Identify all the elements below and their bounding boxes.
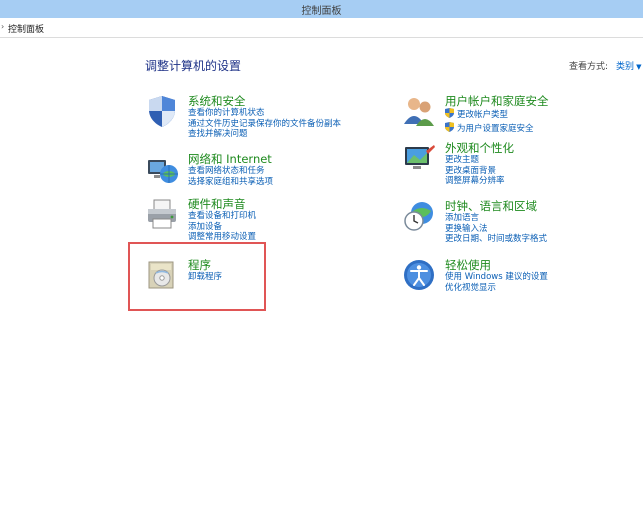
view-by[interactable]: 查看方式: 类别 ▼ <box>569 59 641 72</box>
category-heading-user-accounts[interactable]: 用户帐户和家庭安全 <box>445 94 643 108</box>
clock-globe-icon[interactable] <box>402 199 436 233</box>
address-bar[interactable]: › 控制面板 <box>0 18 643 38</box>
link-troubleshoot[interactable]: 查找并解决问题 <box>188 129 408 140</box>
chevron-down-icon[interactable]: ▼ <box>636 63 641 71</box>
link-mobility-settings[interactable]: 调整常用移动设置 <box>188 232 408 243</box>
title-bar: 控制面板 <box>0 0 643 18</box>
category-heading-system-security[interactable]: 系统和安全 <box>188 94 408 108</box>
category-heading-clock-language[interactable]: 时钟、语言和区域 <box>445 199 643 213</box>
link-change-theme[interactable]: 更改主题 <box>445 155 643 166</box>
link-add-device[interactable]: 添加设备 <box>188 222 408 233</box>
page-title: 调整计算机的设置 <box>145 59 242 73</box>
category-heading-network[interactable]: 网络和 Internet <box>188 152 408 166</box>
appearance-monitor-icon[interactable] <box>402 141 436 175</box>
network-globe-icon[interactable] <box>145 152 179 186</box>
uac-shield-icon <box>445 121 455 136</box>
link-optimize-visual-display[interactable]: 优化视觉显示 <box>445 283 643 294</box>
category-heading-ease-of-access[interactable]: 轻松使用 <box>445 258 643 272</box>
view-by-label: 查看方式: <box>569 62 609 72</box>
breadcrumb-control-panel[interactable]: 控制面板 <box>8 22 44 35</box>
link-family-safety[interactable]: 为用户设置家庭安全 <box>445 121 643 136</box>
ease-of-access-icon[interactable] <box>402 258 436 292</box>
link-change-account-type-label: 更改帐户类型 <box>457 110 509 120</box>
link-screen-resolution[interactable]: 调整屏幕分辨率 <box>445 176 643 187</box>
link-add-language[interactable]: 添加语言 <box>445 213 643 224</box>
link-date-time-format[interactable]: 更改日期、时间或数字格式 <box>445 234 643 245</box>
highlight-box <box>128 242 266 311</box>
system-security-shield-icon[interactable] <box>145 94 179 128</box>
link-change-account-type[interactable]: 更改帐户类型 <box>445 108 643 122</box>
link-devices-printers[interactable]: 查看设备和打印机 <box>188 211 408 222</box>
link-change-background[interactable]: 更改桌面背景 <box>445 166 643 177</box>
users-icon[interactable] <box>402 94 436 128</box>
link-windows-suggested-settings[interactable]: 使用 Windows 建议的设置 <box>445 272 643 283</box>
uac-shield-icon <box>445 108 455 122</box>
link-check-status[interactable]: 查看你的计算机状态 <box>188 108 408 119</box>
link-file-history[interactable]: 通过文件历史记录保存你的文件备份副本 <box>188 119 408 130</box>
link-network-status[interactable]: 查看网络状态和任务 <box>188 166 408 177</box>
chevron-right-icon[interactable]: › <box>1 22 4 31</box>
link-homegroup[interactable]: 选择家庭组和共享选项 <box>188 177 408 188</box>
window-title: 控制面板 <box>301 6 342 17</box>
printer-icon[interactable] <box>145 197 179 231</box>
category-heading-hardware-sound[interactable]: 硬件和声音 <box>188 197 408 211</box>
view-by-select[interactable]: 类别 <box>616 62 634 72</box>
link-family-safety-label: 为用户设置家庭安全 <box>457 123 534 134</box>
category-heading-appearance[interactable]: 外观和个性化 <box>445 141 643 155</box>
link-change-input[interactable]: 更换输入法 <box>445 224 643 235</box>
